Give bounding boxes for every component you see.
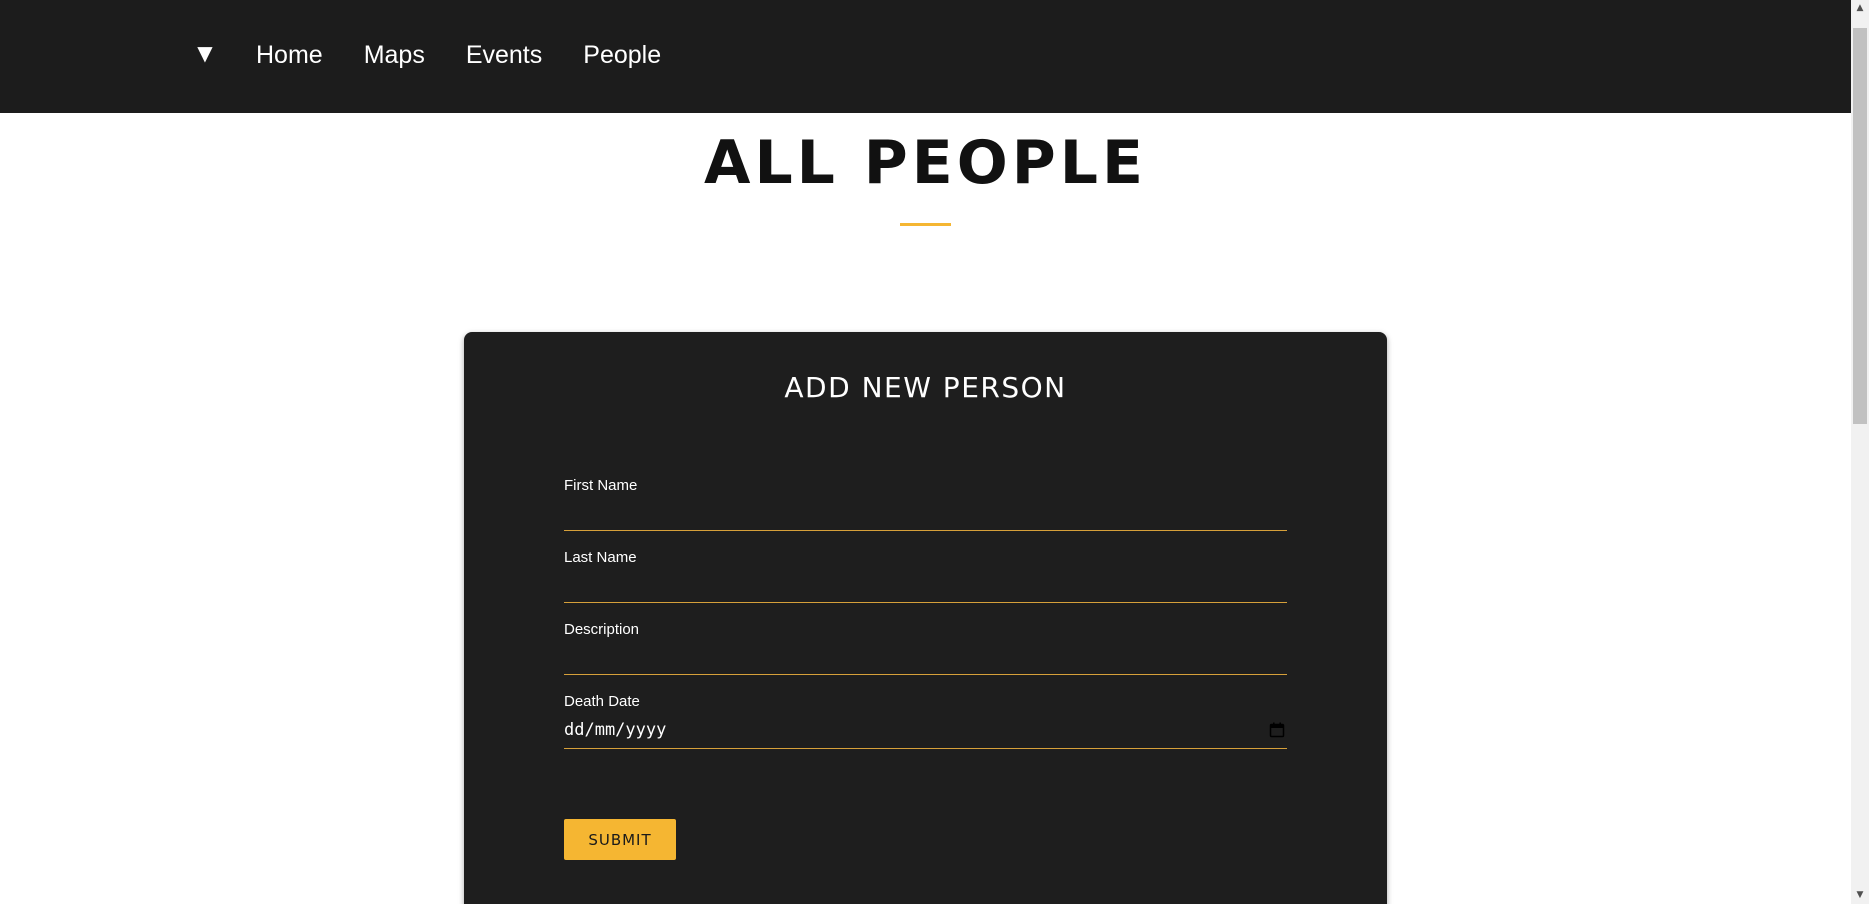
last-name-field-group: Last Name xyxy=(564,548,1287,603)
form-title: ADD NEW PERSON xyxy=(784,371,1067,404)
menu-toggle-icon[interactable]: ▼ xyxy=(190,38,220,68)
page-title: ALL PEOPLE xyxy=(704,128,1147,198)
scroll-down-icon[interactable]: ▼ xyxy=(1851,887,1869,904)
death-date-input[interactable]: dd/mm/yyyy xyxy=(564,714,1287,749)
nav-link-people[interactable]: People xyxy=(583,36,661,74)
nav-link-maps[interactable]: Maps xyxy=(364,36,425,74)
first-name-input[interactable] xyxy=(564,500,1287,531)
vertical-scrollbar[interactable]: ▲ ▼ xyxy=(1851,0,1869,904)
page: ▼ Home Maps Events People ALL PEOPLE ADD… xyxy=(0,0,1869,904)
first-name-field-group: First Name xyxy=(564,476,1287,531)
add-person-card: ADD NEW PERSON First Name Last Name Desc… xyxy=(464,332,1387,904)
calendar-icon[interactable] xyxy=(1269,722,1285,738)
description-input[interactable] xyxy=(564,644,1287,675)
description-label: Description xyxy=(564,621,640,638)
last-name-label: Last Name xyxy=(564,549,637,566)
first-name-label: First Name xyxy=(564,477,638,494)
nav-link-home[interactable]: Home xyxy=(256,36,323,74)
title-divider xyxy=(900,223,951,226)
top-navbar: ▼ Home Maps Events People xyxy=(0,0,1851,113)
nav-links: Home Maps Events People xyxy=(256,36,702,74)
scrollbar-thumb[interactable] xyxy=(1853,28,1867,424)
death-date-field-group: Death Date dd/mm/yyyy xyxy=(564,692,1287,749)
scroll-up-icon[interactable]: ▲ xyxy=(1851,0,1869,17)
nav-link-events[interactable]: Events xyxy=(466,36,542,74)
last-name-input[interactable] xyxy=(564,572,1287,603)
death-date-label: Death Date xyxy=(564,693,640,710)
description-field-group: Description xyxy=(564,620,1287,675)
death-date-placeholder: dd/mm/yyyy xyxy=(564,720,667,740)
submit-button[interactable]: SUBMIT xyxy=(564,819,676,860)
